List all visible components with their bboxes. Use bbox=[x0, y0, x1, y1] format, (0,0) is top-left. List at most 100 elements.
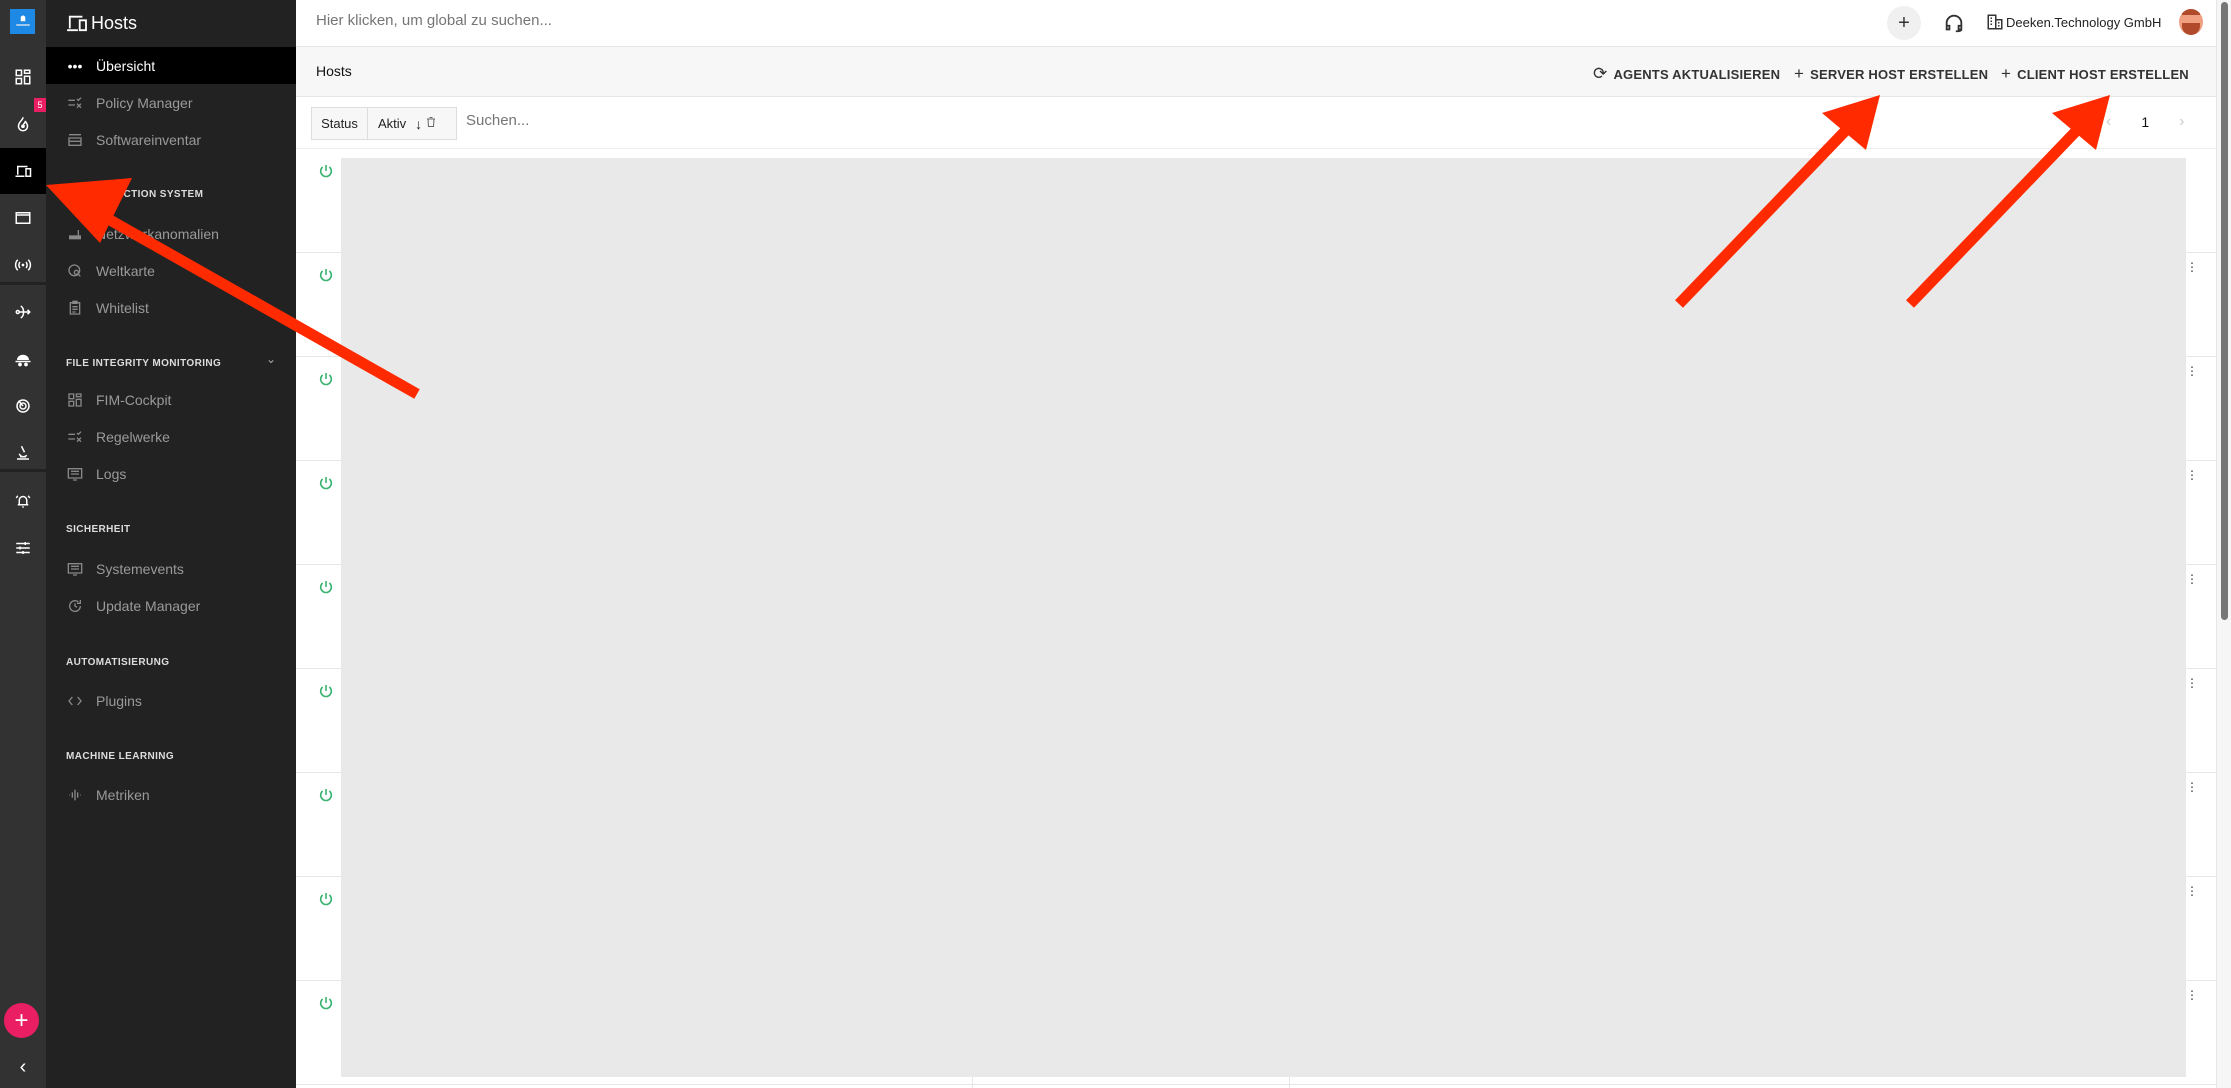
scrollbar-thumb[interactable] bbox=[2221, 2, 2228, 620]
rail-divider bbox=[0, 282, 46, 285]
global-search-input[interactable] bbox=[316, 12, 916, 29]
checklist-icon bbox=[66, 428, 84, 446]
more-options-icon[interactable]: ⋮ bbox=[2186, 781, 2198, 793]
sidebar-item-netzwerkanomalien[interactable]: Netzwerkanomalien bbox=[46, 215, 296, 252]
plus-icon: + bbox=[1794, 64, 1805, 83]
sidebar-item-regelwerke[interactable]: Regelwerke bbox=[46, 418, 296, 455]
chevron-left-icon[interactable]: ‹ bbox=[2106, 113, 2111, 131]
create-fab-button[interactable]: + bbox=[4, 1003, 39, 1038]
more-options-icon[interactable]: ⋮ bbox=[2186, 469, 2198, 481]
sidebar-item-label: Softwareinventar bbox=[96, 131, 202, 148]
filter-field-label: Status bbox=[321, 116, 358, 131]
more-options-icon[interactable]: ⋮ bbox=[2186, 989, 2198, 1001]
filter-search-input[interactable] bbox=[466, 112, 966, 129]
power-status-icon bbox=[318, 475, 334, 491]
rail-dashboard[interactable] bbox=[0, 54, 46, 100]
filter-value-chip[interactable]: Aktiv ↓ bbox=[367, 107, 457, 140]
sidebar-item-policy-manager[interactable]: Policy Manager bbox=[46, 84, 296, 121]
rail-window[interactable] bbox=[0, 195, 46, 241]
power-status-icon bbox=[318, 683, 334, 699]
organization-switcher[interactable]: Deeken.Technology GmbH bbox=[1986, 13, 2161, 31]
sidebar-item-label: Plugins bbox=[96, 692, 142, 709]
sidebar-item-label: Regelwerke bbox=[96, 428, 170, 445]
user-avatar[interactable] bbox=[2179, 9, 2203, 35]
more-options-icon[interactable]: ⋮ bbox=[2186, 261, 2198, 273]
section-fim: FILE INTEGRITY MONITORING bbox=[66, 358, 222, 369]
monitor-list-icon bbox=[66, 465, 84, 483]
action-label: SERVER HOST ERSTELLEN bbox=[1810, 66, 1989, 82]
rail-settings[interactable] bbox=[0, 525, 46, 571]
update-icon bbox=[66, 597, 84, 615]
plus-icon: + bbox=[1898, 11, 1910, 34]
dashboard-icon bbox=[66, 391, 84, 409]
sidebar-item-systemevents[interactable]: Systemevents bbox=[46, 550, 296, 587]
sidebar-item-logs[interactable]: Logs bbox=[46, 455, 296, 492]
waveform-icon bbox=[66, 786, 84, 804]
rail-spy[interactable] bbox=[0, 337, 46, 383]
avatar-hair bbox=[2182, 9, 2200, 15]
create-client-host-button[interactable]: + CLIENT HOST ERSTELLEN bbox=[2001, 64, 2189, 84]
more-options-icon[interactable]: ⋮ bbox=[2186, 677, 2198, 689]
dashboard-icon bbox=[15, 69, 31, 85]
power-status-icon bbox=[318, 267, 334, 283]
sidebar-title: Hosts bbox=[66, 8, 137, 38]
sidebar-item-uebersicht[interactable]: ••• Übersicht bbox=[46, 47, 296, 84]
logo-icon bbox=[15, 14, 30, 26]
support-button[interactable] bbox=[1943, 12, 1965, 34]
section-machine-learning: MACHINE LEARNING bbox=[66, 751, 175, 762]
pagination: ‹ 1 › bbox=[2106, 113, 2184, 131]
page-header: Hosts ⟳ AGENTS AKTUALISIEREN + SERVER HO… bbox=[296, 47, 2216, 97]
page-scrollbar[interactable] bbox=[2216, 0, 2231, 1088]
sidebar-item-softwareinventar[interactable]: Softwareinventar bbox=[46, 121, 296, 158]
chevron-left-icon: ‹ bbox=[19, 1055, 27, 1078]
organization-name: Deeken.Technology GmbH bbox=[2006, 14, 2162, 30]
filter-field-chip[interactable]: Status bbox=[311, 107, 368, 140]
more-options-icon[interactable]: ⋮ bbox=[2186, 573, 2198, 585]
chevron-right-icon[interactable]: › bbox=[2179, 113, 2184, 131]
incident-count-badge: 5 bbox=[34, 98, 46, 112]
dots-icon: ••• bbox=[67, 57, 83, 74]
chevron-down-icon[interactable]: ⌄ bbox=[266, 352, 276, 366]
more-options-icon[interactable]: ⋮ bbox=[2186, 365, 2198, 377]
update-agents-button[interactable]: ⟳ AGENTS AKTUALISIEREN bbox=[1593, 64, 1780, 84]
power-status-icon bbox=[318, 579, 334, 595]
rail-hosts[interactable] bbox=[0, 148, 46, 194]
power-status-icon bbox=[318, 891, 334, 907]
app-logo[interactable] bbox=[10, 9, 35, 34]
sidebar-item-plugins[interactable]: Plugins bbox=[46, 682, 296, 719]
sidebar-item-label: FIM-Cockpit bbox=[96, 391, 172, 408]
sidebar-item-label: Update Manager bbox=[96, 597, 201, 614]
action-label: AGENTS AKTUALISIEREN bbox=[1613, 66, 1781, 82]
power-status-icon bbox=[318, 787, 334, 803]
rail-alarms[interactable] bbox=[0, 478, 46, 524]
store-icon bbox=[66, 131, 84, 149]
wireless-icon bbox=[14, 259, 32, 271]
sidebar: Hosts ••• Übersicht Policy Manager Softw… bbox=[46, 0, 296, 1088]
sidebar-item-label: Metriken bbox=[96, 786, 150, 803]
collapse-sidebar-button[interactable]: ‹ bbox=[0, 1050, 46, 1084]
sidebar-item-whitelist[interactable]: Whitelist bbox=[46, 289, 296, 326]
sidebar-item-label: Systemevents bbox=[96, 560, 184, 577]
sidebar-item-weltkarte[interactable]: Weltkarte bbox=[46, 252, 296, 289]
radar-icon bbox=[16, 399, 30, 413]
globe-search-icon bbox=[66, 262, 84, 280]
funnel-split-icon bbox=[15, 305, 31, 319]
plus-icon: + bbox=[2001, 64, 2012, 83]
sidebar-item-fim-cockpit[interactable]: FIM-Cockpit bbox=[46, 381, 296, 418]
quick-add-button[interactable]: + bbox=[1887, 6, 1921, 40]
sort-down-icon[interactable]: ↓ bbox=[415, 116, 422, 132]
section-ids: SION DETECTION SYSTEM bbox=[66, 189, 204, 200]
sidebar-item-label: Übersicht bbox=[96, 57, 156, 74]
fire-icon bbox=[17, 117, 29, 132]
plus-icon: + bbox=[14, 1006, 29, 1034]
sidebar-title-text: Hosts bbox=[91, 12, 138, 33]
devices-icon bbox=[67, 15, 87, 32]
sidebar-item-metriken[interactable]: Metriken bbox=[46, 776, 296, 813]
avatar-beard bbox=[2182, 23, 2200, 35]
rail-radar[interactable] bbox=[0, 383, 46, 429]
rail-filter[interactable] bbox=[0, 289, 46, 335]
trash-icon[interactable] bbox=[425, 115, 437, 132]
more-options-icon[interactable]: ⋮ bbox=[2186, 885, 2198, 897]
sidebar-item-update-manager[interactable]: Update Manager bbox=[46, 587, 296, 624]
create-server-host-button[interactable]: + SERVER HOST ERSTELLEN bbox=[1794, 64, 1988, 84]
